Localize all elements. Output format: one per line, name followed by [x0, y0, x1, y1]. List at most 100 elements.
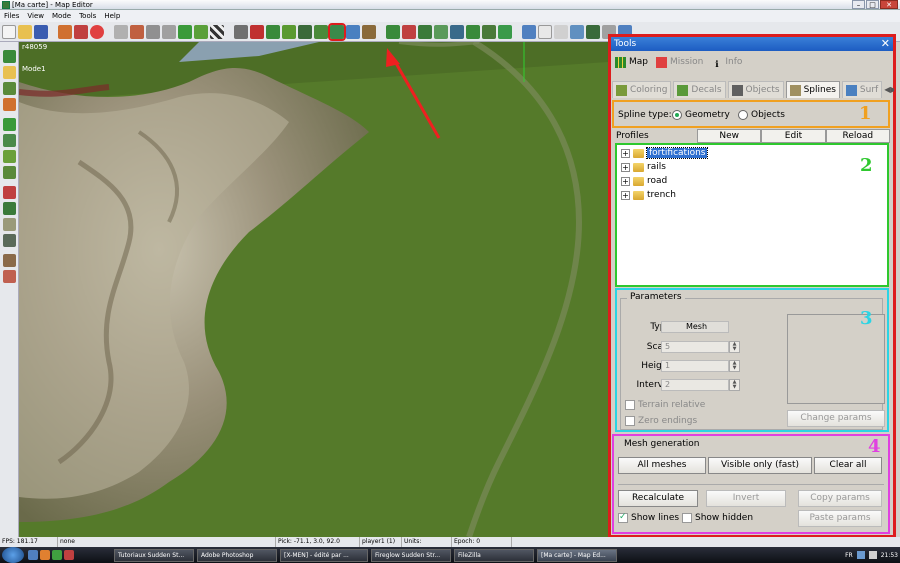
water-icon[interactable] — [346, 24, 360, 39]
clock[interactable]: 21:53 — [881, 552, 898, 559]
splines-tool-button[interactable] — [328, 22, 346, 41]
clear-all-button[interactable]: Clear all — [814, 457, 882, 474]
taskbar-item-2[interactable]: Adobe Photoshop — [197, 548, 277, 562]
quicklaunch-icon-3[interactable] — [52, 550, 62, 560]
taskbar-item-5[interactable]: FileZilla — [454, 548, 534, 562]
all-meshes-button[interactable]: All meshes — [618, 457, 706, 474]
record-icon[interactable] — [90, 24, 104, 39]
tank-icon[interactable] — [362, 24, 376, 39]
object-icon-h[interactable] — [498, 24, 512, 39]
new-profile-button[interactable]: New — [697, 129, 762, 143]
invert-button[interactable]: Invert — [706, 490, 786, 507]
tab-surf[interactable]: Surf — [841, 81, 883, 98]
bush-tool-icon[interactable] — [3, 234, 16, 247]
tree-item-fortifications[interactable]: + fortifications — [621, 147, 709, 159]
quicklaunch-icon-2[interactable] — [40, 550, 50, 560]
menu-view[interactable]: View — [27, 10, 44, 22]
tab-mission[interactable]: Mission — [653, 54, 706, 70]
object-icon-f[interactable] — [466, 24, 480, 39]
radio-objects[interactable]: Objects — [738, 110, 785, 120]
map-viewport[interactable]: r48059 Mode1 — [19, 42, 608, 537]
language-indicator[interactable]: FR — [845, 552, 853, 559]
taskbar-item-4[interactable]: Fireglow Sudden Str... — [371, 548, 451, 562]
close-window-button[interactable]: ✕ — [880, 0, 898, 9]
zero-endings-checkbox[interactable]: Zero endings — [625, 416, 697, 426]
house-tool-icon[interactable] — [3, 270, 16, 283]
layer-icon-2[interactable] — [3, 66, 16, 79]
taskbar-item-1[interactable]: Tutoriaux Sudden St... — [114, 548, 194, 562]
list-icon[interactable] — [554, 24, 568, 39]
tree-item-rails[interactable]: + rails — [621, 162, 666, 172]
visible-only-button[interactable]: Visible only (fast) — [708, 457, 812, 474]
panel-close-button[interactable]: ✕ — [881, 37, 890, 51]
brush-icon[interactable] — [130, 24, 144, 39]
object-icon-a[interactable] — [386, 24, 400, 39]
tab-info[interactable]: ℹ Info — [708, 54, 745, 70]
minimize-button[interactable]: – — [852, 0, 865, 9]
expand-icon[interactable]: + — [621, 176, 630, 186]
rock-tool-icon[interactable] — [3, 218, 16, 231]
copy-params-button[interactable]: Copy params — [798, 490, 882, 507]
tab-map[interactable]: Map — [612, 54, 651, 70]
menu-help[interactable]: Help — [104, 10, 120, 22]
layer-icon-4[interactable] — [3, 98, 16, 111]
texture-icon[interactable] — [194, 24, 208, 39]
show-hidden-checkbox[interactable]: Show hidden — [682, 513, 753, 523]
heart-icon[interactable] — [250, 24, 264, 39]
tab-splines[interactable]: Splines — [785, 81, 840, 98]
stop-icon[interactable] — [74, 24, 88, 39]
tree-item-road[interactable]: + road — [621, 176, 667, 186]
grass-icon[interactable] — [266, 24, 280, 39]
scale-spinner[interactable]: ▲ ▼ — [729, 341, 740, 353]
tree-tool-icon[interactable] — [3, 202, 16, 215]
document-icon[interactable] — [538, 24, 552, 39]
check-icon[interactable] — [282, 24, 296, 39]
object-icon-e[interactable] — [450, 24, 464, 39]
quicklaunch-icon-4[interactable] — [64, 550, 74, 560]
window-icon-a[interactable] — [522, 24, 536, 39]
object-icon-g[interactable] — [482, 24, 496, 39]
volume-icon[interactable] — [868, 551, 877, 559]
building-tool-icon[interactable] — [3, 254, 16, 267]
height-input[interactable]: 1 — [661, 360, 729, 372]
paste-params-button[interactable]: Paste params — [798, 510, 882, 527]
expand-icon[interactable]: + — [621, 148, 630, 158]
start-button[interactable] — [2, 547, 24, 563]
menu-mode[interactable]: Mode — [52, 10, 71, 22]
window-icon-b[interactable] — [570, 24, 584, 39]
tab-coloring[interactable]: Coloring — [612, 81, 672, 98]
scale-input[interactable]: 5 — [661, 341, 729, 353]
tab-scroll-arrows-icon[interactable]: ◀▶ — [884, 81, 894, 99]
radio-geometry[interactable]: Geometry — [672, 110, 730, 120]
layer-icon-1[interactable] — [3, 50, 16, 63]
edit-profile-button[interactable]: Edit — [761, 129, 826, 143]
network-icon[interactable] — [856, 551, 865, 559]
palm-icon[interactable] — [586, 24, 600, 39]
menu-files[interactable]: Files — [4, 10, 19, 22]
render-icon[interactable] — [58, 24, 72, 39]
object-icon-d[interactable] — [434, 24, 448, 39]
undo-icon[interactable] — [114, 24, 128, 39]
object-icon-b[interactable] — [402, 24, 416, 39]
menu-tools[interactable]: Tools — [79, 10, 96, 22]
taskbar-item-3[interactable]: [X-MEN] - édité par ... — [280, 548, 368, 562]
new-file-icon[interactable] — [2, 24, 16, 39]
flag-tool-icon[interactable] — [3, 186, 16, 199]
show-lines-checkbox[interactable]: Show lines — [618, 512, 679, 523]
change-params-button[interactable]: Change params — [787, 410, 885, 427]
recalculate-button[interactable]: Recalculate — [618, 490, 698, 507]
object-icon-c[interactable] — [418, 24, 432, 39]
cursor-icon[interactable] — [234, 24, 248, 39]
tool-icon-a[interactable] — [146, 24, 160, 39]
tree-item-trench[interactable]: + trench — [621, 190, 676, 200]
decal-icon[interactable] — [314, 24, 328, 39]
terrain-relative-checkbox[interactable]: Terrain relative — [625, 400, 705, 410]
tab-decals[interactable]: Decals — [673, 81, 726, 98]
terrain-tool-icon[interactable] — [3, 166, 16, 179]
save-icon[interactable] — [34, 24, 48, 39]
interval-input[interactable]: 2 — [661, 379, 729, 391]
expand-icon[interactable]: + — [621, 162, 630, 172]
layer-icon-3[interactable] — [3, 82, 16, 95]
quicklaunch-icon-1[interactable] — [28, 550, 38, 560]
interval-spinner[interactable]: ▲ ▼ — [729, 379, 740, 391]
